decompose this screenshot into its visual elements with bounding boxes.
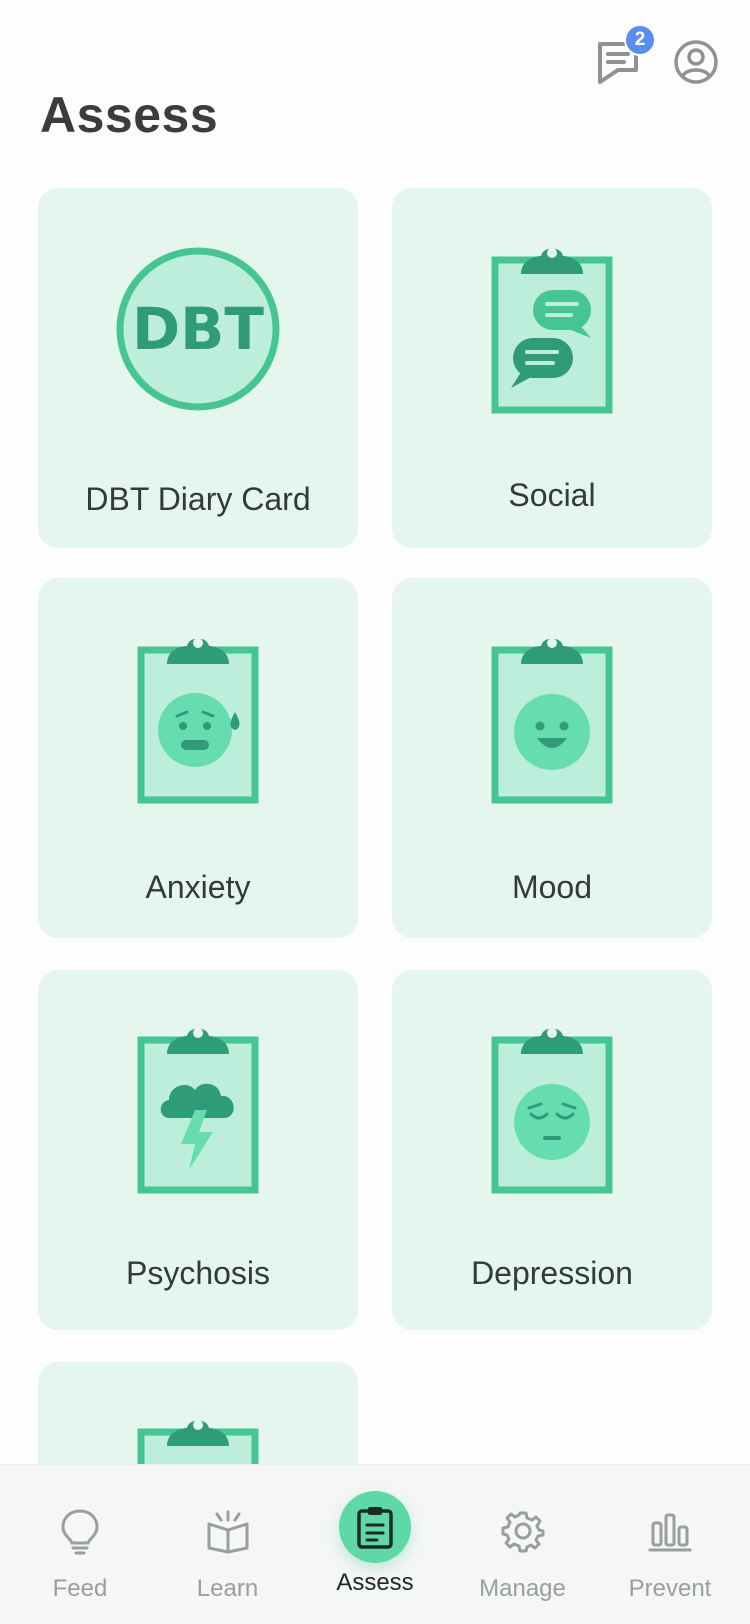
nav-manage[interactable]: Manage <box>455 1465 591 1624</box>
messages-badge: 2 <box>624 24 656 56</box>
assess-screen: 2 Assess DBT DBT Diary Card Social Anxie… <box>0 0 750 1624</box>
clipboard-storm-icon <box>137 1018 259 1201</box>
dbt-badge-icon: DBT <box>115 246 281 417</box>
nav-feed[interactable]: Feed <box>12 1465 148 1624</box>
clipboard-chat-icon <box>491 238 613 421</box>
card-dbt-diary[interactable]: DBT DBT Diary Card <box>38 188 358 548</box>
clipboard-icon <box>339 1491 411 1563</box>
card-label: Social <box>508 477 596 513</box>
nav-assess[interactable]: Assess <box>307 1465 443 1624</box>
profile-button[interactable] <box>672 38 720 86</box>
messages-button[interactable]: 2 <box>594 24 656 86</box>
header-actions: 2 <box>594 24 720 86</box>
card-social[interactable]: Social <box>392 188 712 548</box>
gear-icon <box>487 1495 559 1567</box>
card-mood[interactable]: Mood <box>392 578 712 938</box>
card-psychosis[interactable]: Psychosis <box>38 970 358 1330</box>
clipboard-sad-face-icon <box>491 1018 613 1201</box>
clipboard-smile-face-icon <box>491 628 613 811</box>
nav-label: Manage <box>479 1575 566 1602</box>
bottom-nav: Feed Learn Assess Manage Prevent <box>0 1464 750 1624</box>
nav-label: Assess <box>336 1569 414 1596</box>
card-label: Depression <box>471 1255 633 1291</box>
card-label: Psychosis <box>125 1255 271 1291</box>
nav-label: Feed <box>52 1575 108 1602</box>
clipboard-anxious-face-icon <box>137 628 259 811</box>
bar-chart-icon <box>634 1495 706 1567</box>
nav-learn[interactable]: Learn <box>160 1465 296 1624</box>
card-depression[interactable]: Depression <box>392 970 712 1330</box>
open-book-icon <box>192 1495 264 1567</box>
dbt-badge-text: DBT <box>132 295 264 363</box>
card-label: Mood <box>511 869 593 905</box>
lightbulb-icon <box>44 1495 116 1567</box>
card-anxiety[interactable]: Anxiety <box>38 578 358 938</box>
profile-icon <box>674 40 718 84</box>
page-title: Assess <box>40 87 219 143</box>
card-label: Anxiety <box>145 869 251 905</box>
nav-prevent[interactable]: Prevent <box>602 1465 738 1624</box>
nav-label: Learn <box>196 1575 259 1602</box>
card-label: DBT Diary Card <box>85 481 311 517</box>
nav-label: Prevent <box>628 1575 712 1602</box>
